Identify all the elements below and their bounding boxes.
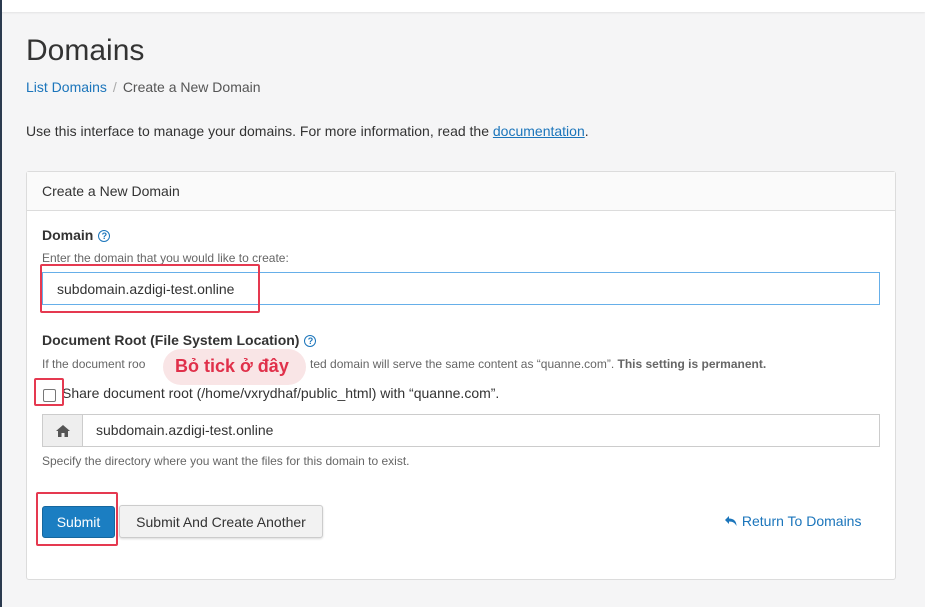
docroot-label: Document Root (File System Location)? (42, 332, 317, 348)
return-to-domains-label: Return To Domains (741, 513, 862, 529)
annotation-label: Bỏ tick ở đây (163, 349, 306, 385)
intro-suffix: . (584, 123, 589, 139)
docroot-help-bold: This setting is permanent. (617, 357, 767, 371)
intro-prefix: Use this interface to manage your domain… (26, 123, 493, 139)
docroot-path-group: subdomain.azdigi-test.online (42, 414, 880, 447)
docroot-help-middle: ted domain will serve the same content a… (310, 357, 615, 371)
home-addon (43, 415, 83, 446)
page-title: Domains (26, 34, 145, 67)
docroot-help-icon[interactable]: ? (304, 335, 317, 347)
annotation-submit-highlight (36, 492, 118, 546)
annotation-checkbox-highlight (34, 378, 64, 406)
panel-heading: Create a New Domain (27, 172, 895, 211)
docroot-help-end: ted domain will serve the same content a… (310, 357, 766, 371)
breadcrumb: List Domains / Create a New Domain (26, 79, 261, 95)
domain-label-text: Domain (42, 227, 94, 243)
docroot-path-help: Specify the directory where you want the… (42, 454, 410, 468)
domain-help-icon[interactable]: ? (98, 230, 111, 242)
home-icon (55, 424, 70, 437)
return-arrow-icon (725, 516, 737, 526)
breadcrumb-separator: / (112, 79, 117, 95)
return-to-domains-link[interactable]: Return To Domains (724, 513, 861, 529)
domain-label: Domain? (42, 227, 111, 243)
top-bar (0, 0, 925, 12)
breadcrumb-current: Create a New Domain (122, 79, 261, 95)
annotation-domain-highlight (40, 264, 260, 313)
domain-help-text: Enter the domain that you would like to … (42, 251, 289, 265)
sidebar-edge (0, 0, 2, 607)
docroot-help-start: If the document roo (42, 357, 146, 371)
docroot-label-text: Document Root (File System Location) (42, 332, 300, 348)
breadcrumb-list-domains-link[interactable]: List Domains (26, 79, 107, 95)
share-docroot-label: Share document root (/home/vxrydhaf/publ… (62, 385, 500, 401)
intro-text: Use this interface to manage your domain… (26, 123, 589, 139)
documentation-link[interactable]: documentation (493, 123, 585, 139)
submit-and-create-another-button[interactable]: Submit And Create Another (119, 505, 323, 538)
docroot-path-input[interactable]: subdomain.azdigi-test.online (96, 422, 273, 438)
